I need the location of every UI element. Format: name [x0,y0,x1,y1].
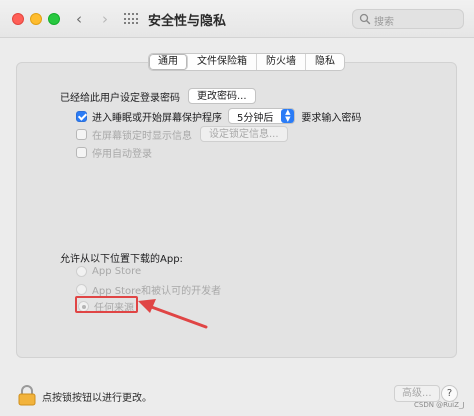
zoom-window-button[interactable] [48,13,60,25]
downloads-title-row: 允许从以下位置下载的App: [60,250,183,265]
disable-auto-login-label: 停用自动登录 [92,149,152,160]
lock-hint-text: 点按锁按钮以进行更改。 [42,393,152,404]
password-delay-value: 5分钟后 [237,112,274,124]
tab-general[interactable]: 通用 [149,54,188,70]
lock-message-checkbox[interactable] [76,128,87,140]
search-placeholder: 搜索 [374,17,394,28]
disable-auto-login-checkbox[interactable] [76,147,87,158]
require-password-suffix: 要求输入密码 [301,112,362,124]
downloads-title: 允许从以下位置下载的App: [60,254,183,265]
lock-message-row: 在屏幕锁定时显示信息 设定锁定信息... [76,126,288,142]
lock-icon[interactable] [18,384,36,406]
search-icon [359,13,371,25]
tab-filevault[interactable]: 文件保险箱 [188,54,257,70]
annotation-arrow-icon [138,299,208,329]
tab-privacy[interactable]: 隐私 [306,54,344,70]
change-password-button[interactable]: 更改密码... [188,88,256,104]
advanced-button[interactable]: 高级... [394,385,440,402]
watermark-text: CSDN @RuiZ_J [414,401,465,409]
set-lock-message-button[interactable]: 设定锁定信息... [200,126,288,142]
show-all-grid-icon[interactable] [124,13,138,25]
require-password-row: 进入睡眠或开始屏幕保护程序 5分钟后 ▲ ▼ 要求输入密码 [76,108,361,124]
search-field[interactable]: 搜索 [352,9,464,29]
require-password-checkbox[interactable] [76,110,87,122]
tab-firewall[interactable]: 防火墙 [257,54,306,70]
password-set-label: 已经给此用户设定登录密码 [60,92,180,104]
preferences-window: ‹ › 安全性与隐私 搜索 通用 文件保险箱 防火墙 隐私 已经给此用户设定登录… [0,0,474,416]
annotation-highlight-box [75,296,138,313]
help-button[interactable]: ? [441,385,458,402]
radio-app-store[interactable] [76,266,87,277]
close-window-button[interactable] [12,13,24,25]
minimize-window-button[interactable] [30,13,42,25]
title-bar: ‹ › 安全性与隐私 搜索 [0,0,474,38]
radio-app-store-row: App Store [76,266,141,277]
forward-icon[interactable]: › [96,9,114,29]
tab-bar: 通用 文件保险箱 防火墙 隐私 [148,53,345,71]
lock-message-label: 在屏幕锁定时显示信息 [92,130,192,142]
radio-identified-developers[interactable] [76,284,87,295]
password-delay-select[interactable]: 5分钟后 ▲ ▼ [228,108,296,124]
password-row: 已经给此用户设定登录密码 更改密码... [60,88,256,104]
require-password-prefix: 进入睡眠或开始屏幕保护程序 [92,112,222,124]
radio-app-store-label: App Store [92,266,142,277]
select-stepper-icon: ▲ ▼ [281,109,295,123]
window-title: 安全性与隐私 [148,14,227,29]
back-icon[interactable]: ‹ [70,9,88,29]
auto-login-row: 停用自动登录 [76,145,152,160]
